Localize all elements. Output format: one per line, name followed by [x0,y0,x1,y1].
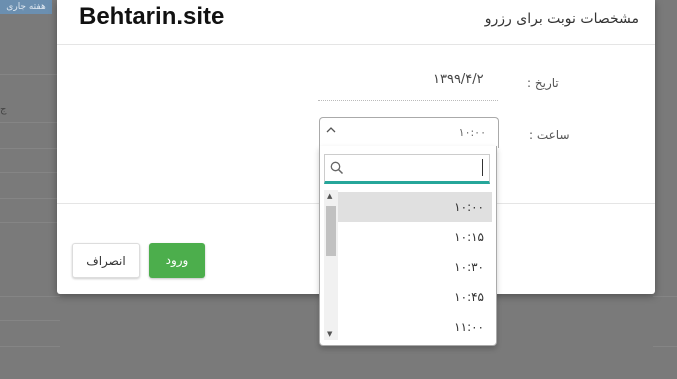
cancel-button[interactable]: انصراف [72,243,140,278]
options-scrollbar[interactable]: ▲ ▼ [324,190,338,340]
background-divider [0,320,60,321]
chevron-up-icon [326,125,336,138]
options-list: ▲ ▼ ۱۰:۰۰ ۱۰:۱۵ ۱۰:۳۰ ۱۰:۴۵ ۱۱:۰۰ [324,190,492,342]
background-divider [0,122,60,123]
text-caret [482,159,483,176]
date-underline [318,100,498,101]
date-label: تاریخ : [527,76,559,90]
background-divider [0,148,60,149]
background-divider [0,222,60,223]
background-divider [653,346,677,347]
background-divider [653,296,677,297]
background-divider [0,198,60,199]
time-label: ساعت : [529,128,570,142]
time-option[interactable]: ۱۰:۳۰ [338,252,492,282]
date-value: ۱۳۹۹/۴/۲ [433,72,484,87]
time-select-value: ۱۰:۰۰ [458,126,486,139]
time-option[interactable]: ۱۰:۰۰ [338,192,492,222]
time-dropdown: ▲ ▼ ۱۰:۰۰ ۱۰:۱۵ ۱۰:۳۰ ۱۰:۴۵ ۱۱:۰۰ [319,146,497,346]
scrollbar-thumb[interactable] [326,206,336,256]
header-divider [57,44,655,45]
dropdown-search[interactable] [324,154,490,184]
background-divider [0,346,60,347]
background-text: ج [0,104,7,115]
time-option[interactable]: ۱۰:۴۵ [338,282,492,312]
scroll-down-icon[interactable]: ▼ [327,330,332,338]
brand-watermark: Behtarin.site [79,3,225,30]
background-tab: هفته جاری [0,0,52,14]
time-option[interactable]: ۱۰:۱۵ [338,222,492,252]
time-option[interactable]: ۱۱:۰۰ [338,312,492,342]
time-select[interactable]: ۱۰:۰۰ [319,117,499,148]
background-divider [0,74,60,75]
search-input[interactable] [351,157,485,179]
scroll-up-icon[interactable]: ▲ [327,192,332,200]
background-divider [0,296,60,297]
search-icon [330,160,344,175]
background-divider [0,172,60,173]
enter-button[interactable]: ورود [149,243,205,278]
modal-title: مشخصات نوبت برای رزرو [484,11,639,27]
